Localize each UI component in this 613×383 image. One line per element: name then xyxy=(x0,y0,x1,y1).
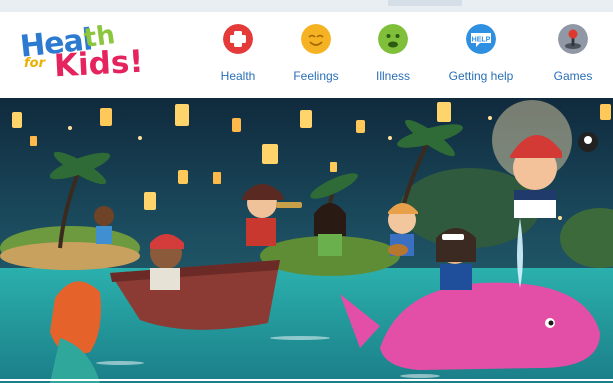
logo-word-kids: Kids! xyxy=(53,43,145,85)
nav-item-getting-help[interactable]: HELP Getting help xyxy=(441,24,521,86)
nav-label-health: Health xyxy=(220,69,256,83)
main-navigation: Health Feelings Illness HELP Getting hel… xyxy=(208,24,613,86)
nav-item-feelings[interactable]: Feelings xyxy=(276,24,356,86)
joystick-icon xyxy=(558,24,588,54)
top-strip-tab xyxy=(388,0,462,6)
browser-top-strip xyxy=(0,0,613,12)
nav-label-getting-help: Getting help xyxy=(448,69,514,83)
nav-label-feelings: Feelings xyxy=(293,69,339,83)
logo-word-for: for xyxy=(24,56,45,71)
nav-label-games: Games xyxy=(553,69,593,83)
smiley-face-icon xyxy=(301,24,331,54)
nav-item-games[interactable]: Games xyxy=(533,24,613,86)
hero-illustration[interactable] xyxy=(0,98,613,383)
plus-icon xyxy=(223,24,253,54)
nav-label-illness: Illness xyxy=(375,69,410,83)
svg-text:HELP: HELP xyxy=(472,37,491,44)
nav-item-illness[interactable]: Illness xyxy=(353,24,433,86)
sick-face-icon xyxy=(378,24,408,54)
pirate-kids-scene-illustration xyxy=(0,98,613,383)
health-for-kids-logo[interactable]: Heal th Kids! for xyxy=(18,20,152,85)
nav-item-health[interactable]: Health xyxy=(198,24,278,86)
hero-bottom-edge xyxy=(0,379,613,381)
help-speech-bubble-icon: HELP xyxy=(466,24,496,54)
